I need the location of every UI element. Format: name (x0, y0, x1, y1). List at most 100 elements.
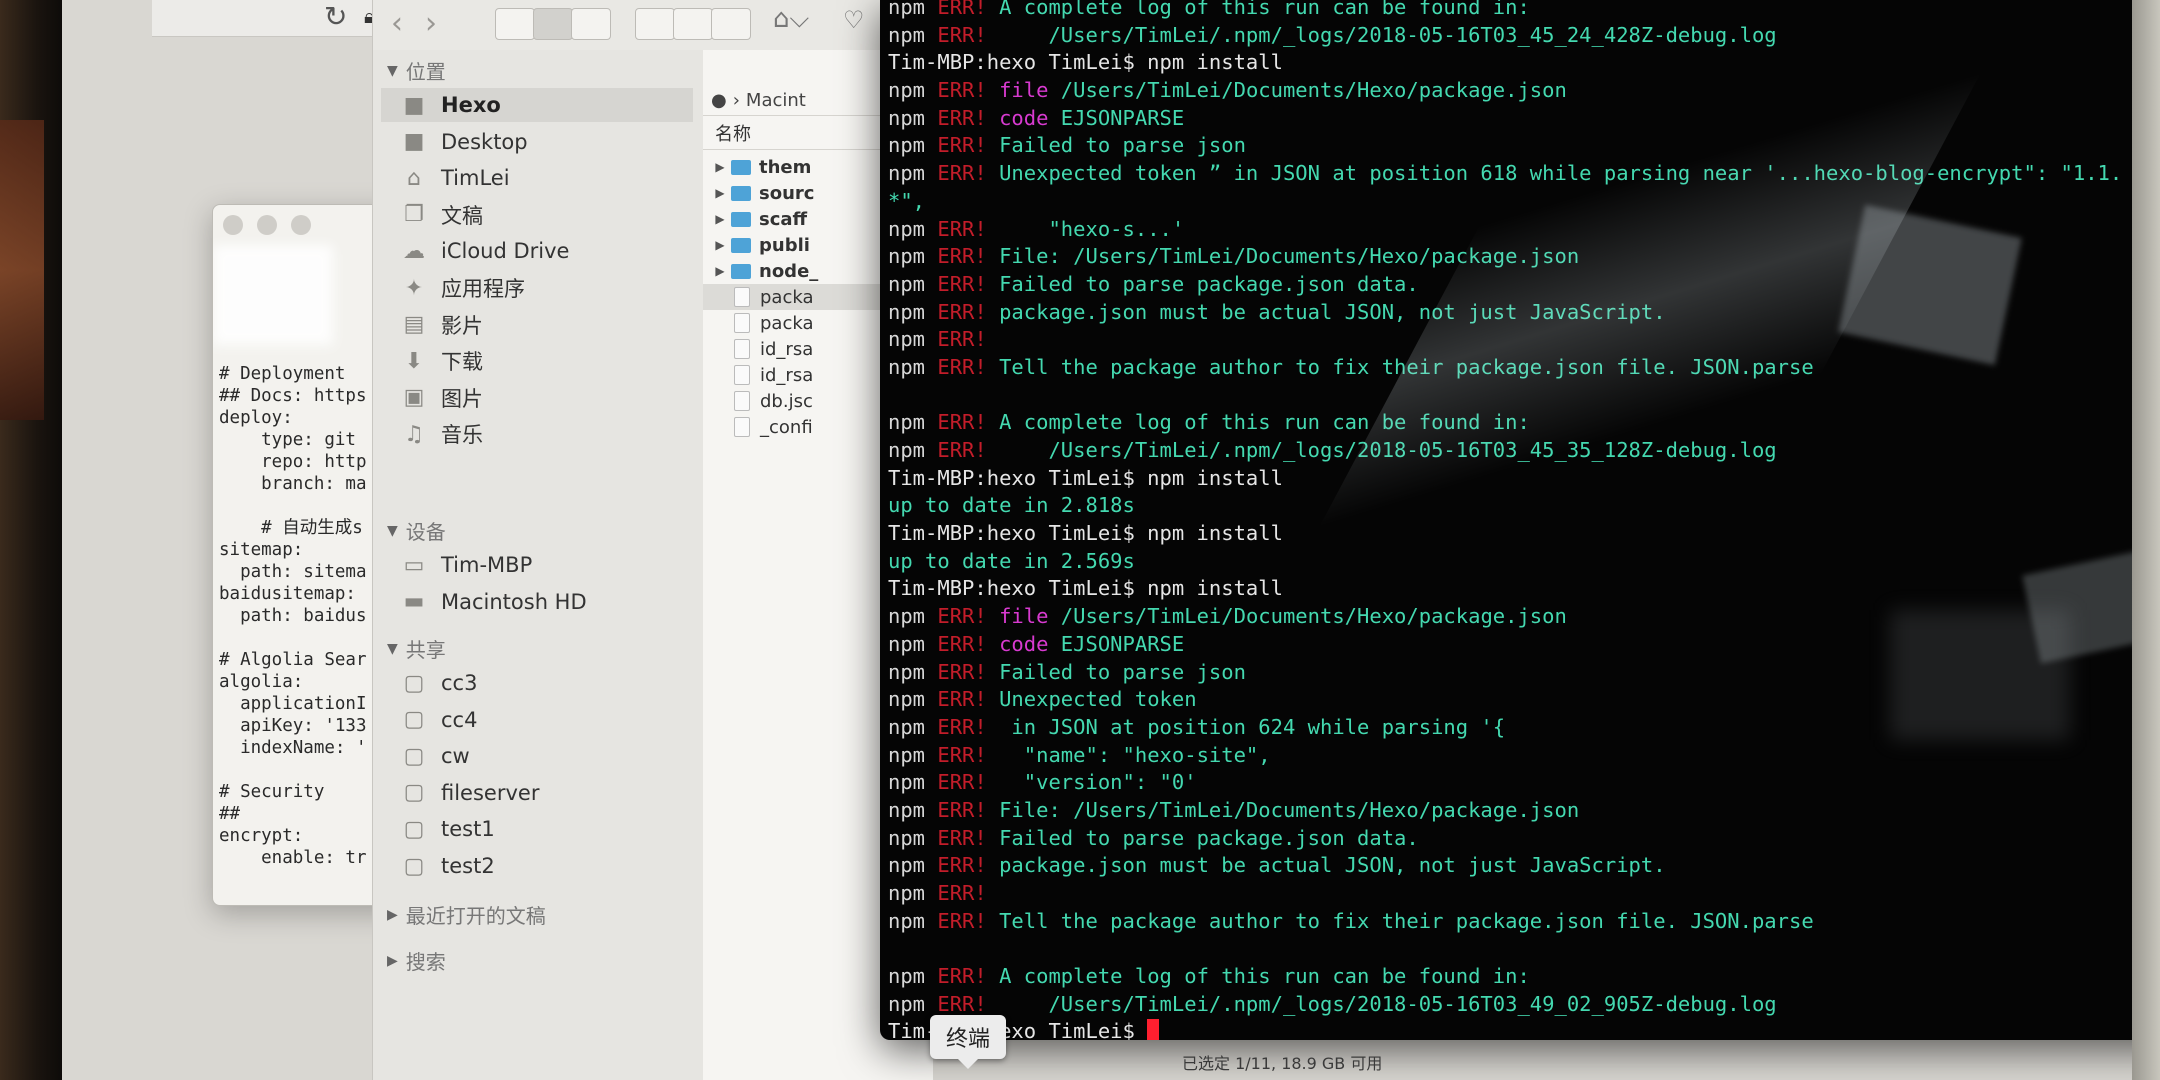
preview-toggle-button[interactable] (673, 8, 713, 40)
terminal-window[interactable]: npm ERR! A complete log of this run can … (880, 0, 2132, 1040)
document-icon (734, 339, 750, 359)
screen-glare (213, 245, 333, 345)
npm-label: npm (888, 881, 938, 905)
sidebar-section-devices[interactable]: ▼ 设备 (387, 516, 446, 545)
icon-view-button[interactable] (495, 8, 535, 40)
arrange-button[interactable] (711, 8, 751, 40)
prompt-text: Tim-MBP:hexo TimLei$ npm install (888, 521, 1283, 546)
sidebar-item-音乐[interactable]: ♫ 音乐 (381, 417, 693, 451)
screen-bezel-right (2132, 0, 2160, 1080)
server-icon: ▢ (403, 816, 425, 842)
editor-code[interactable]: # Deployment ## Docs: https deploy: type: … (219, 363, 367, 869)
code-line: sitemap: (219, 540, 304, 560)
terminal-line: npm ERR! "name": "hexo-site", (888, 742, 2122, 770)
sidebar-toggle-button[interactable] (635, 8, 675, 40)
sidebar-section-recent[interactable]: ▶ 最近打开的文稿 (387, 900, 546, 929)
file-name: _confi (760, 416, 813, 438)
terminal-line: Tim-MBP:hexo TimLei$ (888, 1018, 2122, 1040)
npm-label: npm (888, 797, 938, 822)
disclosure-triangle-icon[interactable]: ▶ (709, 186, 731, 200)
sidebar-item-timlei[interactable]: ⌂ TimLei (381, 161, 693, 195)
sidebar-item-影片[interactable]: ▤ 影片 (381, 308, 693, 342)
disclosure-triangle-icon[interactable]: ▼ (387, 63, 398, 79)
line-text: *", (888, 188, 926, 213)
sidebar-item-desktop[interactable]: ■ Desktop (381, 125, 693, 159)
home-menu-icon[interactable]: ⌂⌵ (773, 4, 809, 35)
sidebar-item-cc4[interactable]: ▢ cc4 (381, 703, 693, 737)
line-text: "hexo-s...' (999, 216, 1185, 241)
npm-label: npm (888, 216, 938, 241)
folder-icon: ■ (403, 92, 425, 118)
disclosure-triangle-icon[interactable]: ▶ (387, 907, 398, 923)
sidebar-item-macintosh-hd[interactable]: ▬ Macintosh HD (381, 585, 693, 619)
code-line: algolia: (219, 672, 304, 692)
forward-icon[interactable]: › (425, 6, 437, 41)
line-text: Failed to parse package.json data. (999, 825, 1419, 850)
close-button[interactable] (223, 215, 243, 235)
dock-tooltip: 终端 (930, 1015, 1007, 1069)
err-label: ERR! (937, 631, 1000, 656)
err-label: ERR! (937, 410, 1000, 435)
chevron-right-icon: › (732, 90, 740, 111)
disclosure-triangle-icon[interactable]: ▶ (709, 160, 731, 174)
code-line: branch: ma (219, 474, 367, 494)
disclosure-triangle-icon[interactable]: ▶ (387, 953, 398, 969)
line-text: in JSON at position 624 while parsing '{ (999, 714, 1506, 739)
file-name: them (759, 156, 812, 178)
sidebar-section-shared[interactable]: ▼ 共享 (387, 634, 446, 663)
code-line: path: sitema (219, 562, 367, 582)
terminal-line: npm ERR! /Users/TimLei/.npm/_logs/2018-0… (888, 991, 2122, 1019)
sidebar-item-icloud-drive[interactable]: ☁ iCloud Drive (381, 234, 693, 268)
code-line: baidusitemap: (219, 584, 356, 604)
sidebar-item-test2[interactable]: ▢ test2 (381, 849, 693, 883)
terminal-line: npm ERR! A complete log of this run can … (888, 963, 2122, 991)
zoom-button[interactable] (291, 215, 311, 235)
err-label: ERR! (937, 133, 1000, 158)
computer-icon: ▭ (403, 552, 425, 578)
disclosure-triangle-icon[interactable]: ▶ (709, 212, 731, 226)
sidebar-item-tim-mbp[interactable]: ▭ Tim-MBP (381, 548, 693, 582)
sidebar-item-hexo[interactable]: ■ Hexo (381, 88, 693, 122)
npm-label: npm (888, 78, 938, 103)
terminal-line: npm ERR! (888, 880, 2122, 908)
tag-icon[interactable]: ♡ (843, 6, 865, 34)
back-icon[interactable]: ‹ (391, 6, 403, 41)
disclosure-triangle-icon[interactable]: ▼ (387, 641, 398, 657)
sidebar-item-cc3[interactable]: ▢ cc3 (381, 666, 693, 700)
reload-icon[interactable]: ↻ (324, 0, 347, 33)
line-text: A complete log of this run can be found … (999, 0, 1530, 19)
movie-icon: ▤ (403, 312, 425, 338)
sidebar-item-应用程序[interactable]: ✦ 应用程序 (381, 271, 693, 305)
err-label: ERR! (937, 991, 1000, 1016)
sidebar-item-文稿[interactable]: ❐ 文稿 (381, 198, 693, 232)
finder-window: ‹ › ⌂⌵ ♡ ▼ 位置 ■ Hexo ■ Desktop ⌂ TimLei ❐ 文稿 ☁ iC… (372, 0, 933, 1080)
document-icon (734, 417, 750, 437)
sidebar-section-search[interactable]: ▶ 搜索 (387, 946, 446, 975)
minimize-button[interactable] (257, 215, 277, 235)
server-icon: ▢ (403, 780, 425, 806)
disk-icon: ▬ (403, 589, 425, 615)
sidebar-item-label: iCloud Drive (441, 239, 570, 264)
list-view-button[interactable] (533, 8, 573, 40)
npm-label: npm (888, 604, 938, 629)
file-name: scaff (759, 208, 808, 230)
path-item[interactable]: Macint (746, 90, 806, 111)
sidebar-section-locations[interactable]: ▼ 位置 (387, 56, 446, 85)
server-icon: ▢ (403, 853, 425, 879)
sidebar-item-图片[interactable]: ▣ 图片 (381, 381, 693, 415)
prompt-text: Tim-MBP:hexo TimLei$ npm install (888, 50, 1283, 75)
error-key: code (999, 105, 1049, 130)
column-view-button[interactable] (571, 8, 611, 40)
window-controls (223, 215, 311, 235)
document-icon (734, 313, 750, 333)
disclosure-triangle-icon[interactable]: ▶ (709, 264, 731, 278)
line-text: Tell the package author to fix their pac… (999, 908, 1814, 933)
sidebar-item-cw[interactable]: ▢ cw (381, 739, 693, 773)
disclosure-triangle-icon[interactable]: ▼ (387, 523, 398, 539)
sidebar-item-fileserver[interactable]: ▢ fileserver (381, 776, 693, 810)
sidebar-item-下载[interactable]: ⬇ 下载 (381, 344, 693, 378)
disclosure-triangle-icon[interactable]: ▶ (709, 238, 731, 252)
line-text: up to date in 2.569s (888, 548, 1135, 573)
sidebar-item-test1[interactable]: ▢ test1 (381, 812, 693, 846)
